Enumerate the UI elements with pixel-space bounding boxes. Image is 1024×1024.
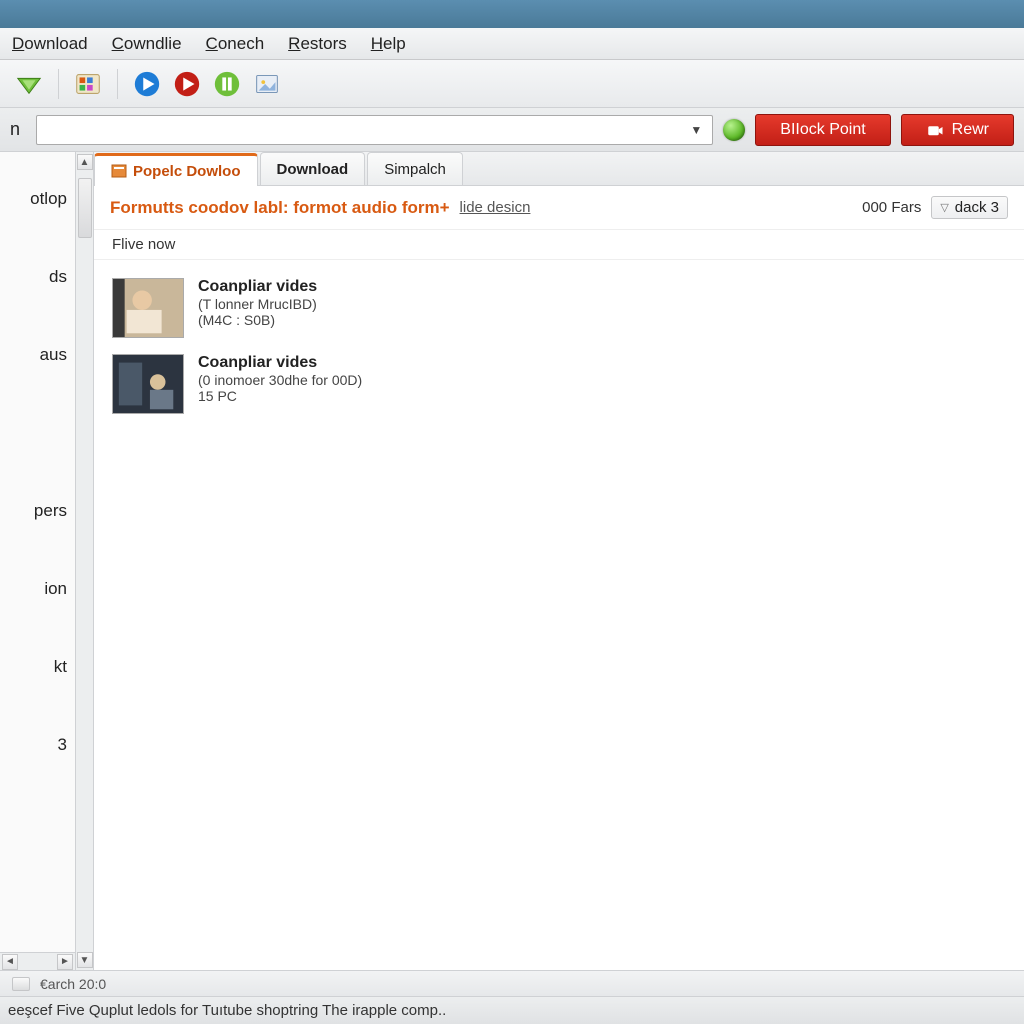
block-point-label: BIIock Point: [780, 121, 865, 139]
sidebar-item-0[interactable]: otlop: [0, 182, 75, 216]
address-label: n: [10, 119, 26, 140]
pause-icon[interactable]: [212, 69, 242, 99]
record-icon[interactable]: [172, 69, 202, 99]
video-list: Coanpliar vides (T lonner MrucIBD) (M4C …: [94, 260, 1024, 432]
statusbar-time: €arch 20:0: [40, 976, 106, 992]
thumbnail: [112, 354, 184, 414]
dack-label: dack 3: [955, 199, 999, 216]
image-icon[interactable]: [252, 69, 282, 99]
sidebar-item-3[interactable]: [0, 416, 75, 450]
list-item[interactable]: Coanpliar vides (T lonner MrucIBD) (M4C …: [108, 270, 1010, 346]
sidebar-item-label: aus: [40, 345, 67, 365]
menubar: DDownloadownload CowndlieCowndlie Conech…: [0, 28, 1024, 60]
item-line2: 15 PC: [198, 388, 362, 404]
sidebar-item-1[interactable]: ds: [0, 260, 75, 294]
tab-download[interactable]: Download: [260, 152, 366, 185]
main-panel: Popelc Dowloo Download Simpalch Formutts…: [94, 152, 1024, 970]
sidebar-item-2[interactable]: aus: [0, 338, 75, 372]
item-line1: (T lonner MrucIBD): [198, 296, 317, 312]
sidebar-item-label: ds: [49, 267, 67, 287]
address-input[interactable]: [43, 121, 686, 138]
subheader: Formutts coodov labl: formot audio form+…: [94, 186, 1024, 230]
menu-conech[interactable]: ConechConech: [206, 34, 265, 54]
list-header: Flive now: [94, 230, 1024, 260]
rewr-label: Rewr: [952, 121, 989, 139]
tab-label: Popelc Dowloo: [133, 163, 241, 180]
scroll-up-icon[interactable]: ▲: [77, 154, 93, 170]
sidebar-item-label: pers: [34, 501, 67, 521]
sidebar-item-label: kt: [54, 657, 67, 677]
sidebar: otlop ds aus pers ion kt 3 ◄ ►: [0, 152, 76, 970]
toolbar-separator: [58, 69, 59, 99]
item-line2: (M4C : S0B): [198, 312, 317, 328]
chevron-down-icon: ▽: [940, 201, 948, 214]
camera-icon: [926, 121, 944, 139]
sidebar-item-label: 3: [58, 735, 67, 755]
scroll-left-icon[interactable]: ◄: [2, 954, 18, 970]
statusbar-upper: €arch 20:0: [0, 970, 1024, 996]
subheader-title: Formutts coodov labl: formot audio form+: [110, 198, 450, 218]
thumbnail: [112, 278, 184, 338]
list-item[interactable]: Coanpliar vides (0 inomoer 30dhe for 00D…: [108, 346, 1010, 422]
tab-popelc-dowloo[interactable]: Popelc Dowloo: [94, 153, 258, 186]
tab-label: Download: [277, 161, 349, 178]
sidebar-item-4[interactable]: pers: [0, 494, 75, 528]
sidebar-item-label: otlop: [30, 189, 67, 209]
toolbar: [0, 60, 1024, 108]
scroll-thumb[interactable]: [78, 178, 92, 238]
sidebar-item-label: ion: [44, 579, 67, 599]
tab-sirmpalch[interactable]: Simpalch: [367, 152, 463, 185]
statusbar-lower: eeşcef Five Quplut ledols for Tuıtube sh…: [0, 996, 1024, 1024]
menu-download[interactable]: DDownloadownload: [12, 34, 88, 54]
tabs: Popelc Dowloo Download Simpalch: [94, 152, 1024, 186]
item-title: Coanpliar vides: [198, 354, 362, 372]
item-line1: (0 inomoer 30dhe for 00D): [198, 372, 362, 388]
item-title: Coanpliar vides: [198, 278, 317, 296]
scroll-right-icon[interactable]: ►: [57, 954, 73, 970]
status-dot-icon: [723, 119, 745, 141]
play-icon[interactable]: [132, 69, 162, 99]
download-arrow-icon[interactable]: [14, 69, 44, 99]
menu-restors[interactable]: RestorsRestors: [288, 34, 347, 54]
tab-icon: [111, 163, 127, 179]
scroll-down-icon[interactable]: ▼: [77, 952, 93, 968]
sidebar-item-6[interactable]: kt: [0, 650, 75, 684]
block-point-button[interactable]: BIIock Point: [755, 114, 890, 146]
address-dropdown-icon[interactable]: ▼: [686, 123, 706, 137]
address-input-wrap[interactable]: ▼: [36, 115, 713, 145]
tab-label: Simpalch: [384, 161, 446, 178]
palette-icon[interactable]: [73, 69, 103, 99]
dack-dropdown[interactable]: ▽ dack 3: [931, 196, 1008, 219]
menu-help[interactable]: HelpHelp: [371, 34, 406, 54]
statusbar-text: eeşcef Five Quplut ledols for Tuıtube sh…: [8, 1002, 446, 1019]
rewr-button[interactable]: Rewr: [901, 114, 1014, 146]
hide-design-link[interactable]: lide desicn: [460, 199, 531, 216]
sidebar-item-5[interactable]: ion: [0, 572, 75, 606]
address-bar: n ▼ BIIock Point Rewr: [0, 108, 1024, 152]
titlebar: [0, 0, 1024, 28]
fars-count: 000 Fars: [862, 199, 921, 216]
menu-cowndlie[interactable]: CowndlieCowndlie: [112, 34, 182, 54]
toolbar-separator-2: [117, 69, 118, 99]
sidebar-hscroll[interactable]: ◄ ►: [0, 952, 75, 970]
sidebar-item-7[interactable]: 3: [0, 728, 75, 762]
sidebar-scrollbar[interactable]: ▲ ▼: [76, 152, 94, 970]
statusbar-grip-icon: [12, 977, 30, 991]
